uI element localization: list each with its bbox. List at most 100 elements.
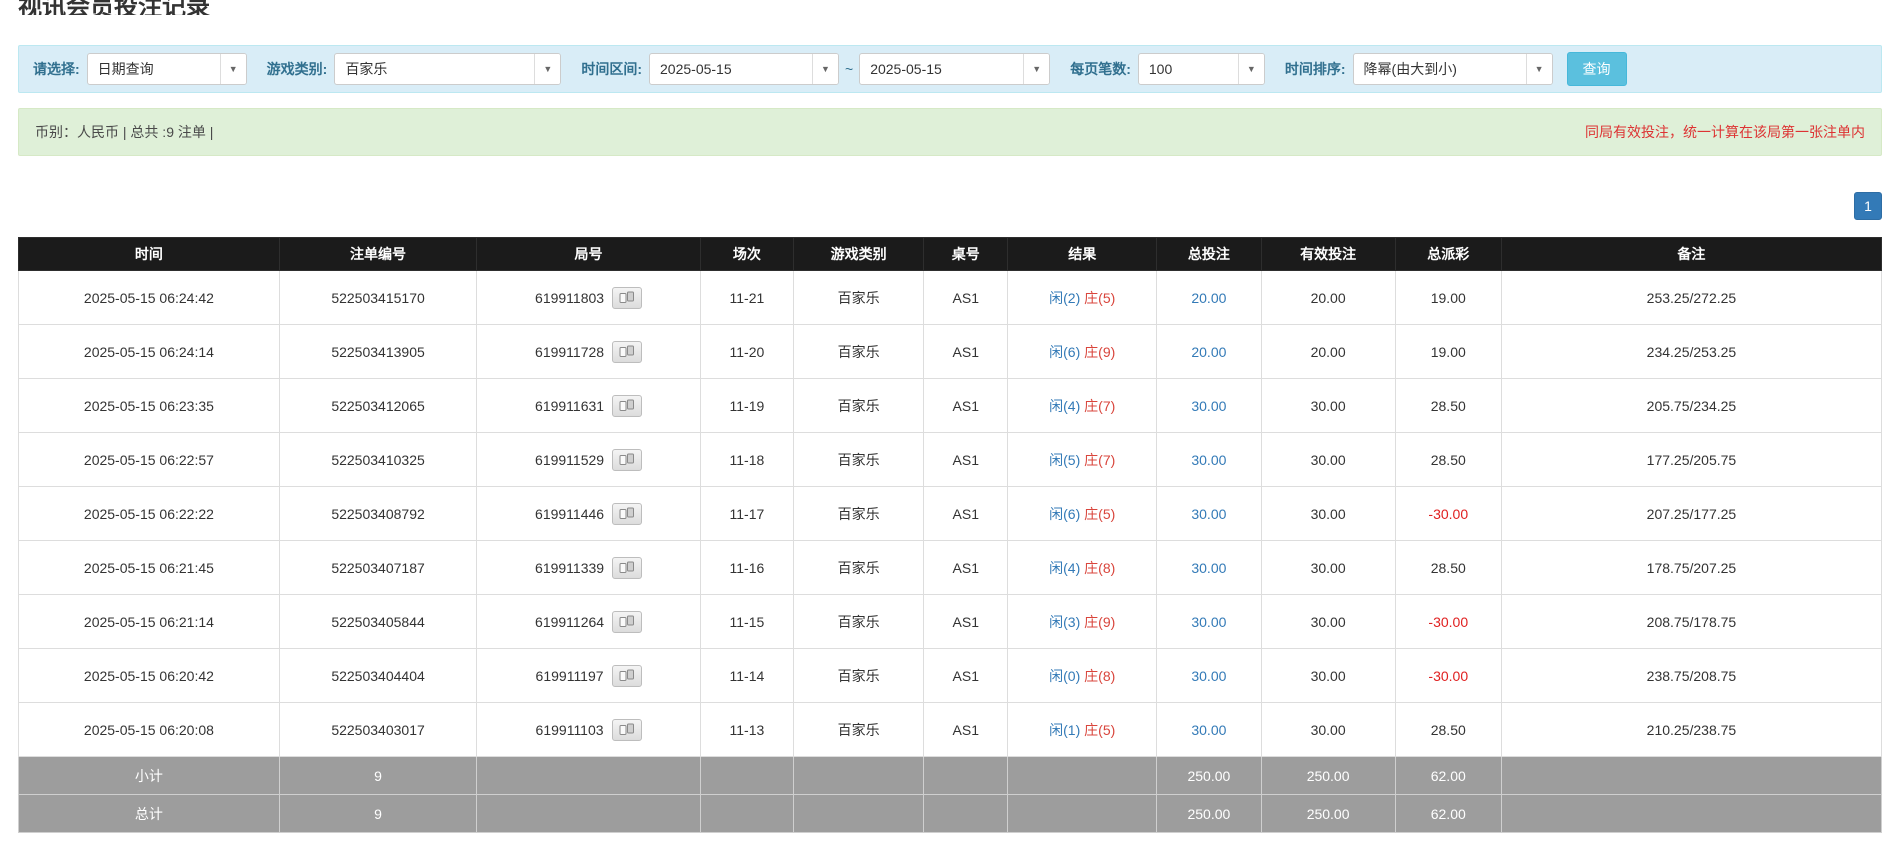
remark: 208.75/178.75 xyxy=(1501,595,1881,649)
view-cards-button[interactable] xyxy=(612,503,642,525)
total-bet-link[interactable]: 20.00 xyxy=(1191,344,1226,360)
game-type: 百家乐 xyxy=(793,433,923,487)
empty-cell xyxy=(477,795,701,833)
subtotal-valid-bet: 250.00 xyxy=(1261,757,1395,795)
order-no: 522503415170 xyxy=(279,271,476,325)
total-bet-link[interactable]: 30.00 xyxy=(1191,722,1226,738)
sort-order-select[interactable]: 降幂(由大到小) ▼ xyxy=(1353,53,1553,85)
pagination: 1 xyxy=(18,192,1882,220)
round-no-text: 619911446 xyxy=(535,506,604,522)
result-banker: 庄(8) xyxy=(1084,668,1115,684)
empty-cell xyxy=(700,757,793,795)
page-button-1[interactable]: 1 xyxy=(1854,192,1882,220)
empty-cell xyxy=(700,795,793,833)
payout: 28.50 xyxy=(1395,703,1501,757)
game-type-select[interactable]: 百家乐 ▼ xyxy=(334,53,561,85)
result-banker: 庄(9) xyxy=(1084,344,1115,360)
col-round-no: 局号 xyxy=(477,238,701,271)
sort-order-label: 时间排序: xyxy=(1285,59,1346,79)
col-game-type: 游戏类别 xyxy=(793,238,923,271)
cards-icon xyxy=(619,291,635,304)
bet-time: 2025-05-15 06:21:14 xyxy=(19,595,280,649)
empty-cell xyxy=(477,757,701,795)
total-bet-link[interactable]: 30.00 xyxy=(1191,614,1226,630)
result-player: 闲(1) xyxy=(1049,722,1080,738)
payout: -30.00 xyxy=(1395,649,1501,703)
view-cards-button[interactable] xyxy=(612,611,642,633)
game-type: 百家乐 xyxy=(793,325,923,379)
table-no: AS1 xyxy=(924,487,1008,541)
view-cards-button[interactable] xyxy=(612,719,642,741)
cards-icon xyxy=(619,507,635,520)
chevron-down-icon: ▼ xyxy=(220,54,246,84)
date-range-label: 时间区间: xyxy=(581,59,642,79)
valid-bet: 30.00 xyxy=(1261,541,1395,595)
table-no: AS1 xyxy=(924,595,1008,649)
bet-time: 2025-05-15 06:20:42 xyxy=(19,649,280,703)
result-banker: 庄(5) xyxy=(1084,506,1115,522)
bet-time: 2025-05-15 06:24:42 xyxy=(19,271,280,325)
result-player: 闲(4) xyxy=(1049,560,1080,576)
table-no: AS1 xyxy=(924,649,1008,703)
result-player: 闲(6) xyxy=(1049,344,1080,360)
result-player: 闲(4) xyxy=(1049,398,1080,414)
total-bet-link[interactable]: 30.00 xyxy=(1191,560,1226,576)
col-time: 时间 xyxy=(19,238,280,271)
view-cards-button[interactable] xyxy=(612,557,642,579)
empty-cell xyxy=(1008,795,1157,833)
total-bet: 30.00 xyxy=(1157,595,1261,649)
total-bet-link[interactable]: 30.00 xyxy=(1191,506,1226,522)
view-cards-button[interactable] xyxy=(612,287,642,309)
result: 闲(5) 庄(7) xyxy=(1008,433,1157,487)
page-size-value: 100 xyxy=(1139,61,1238,77)
total-bet-link[interactable]: 30.00 xyxy=(1191,398,1226,414)
cards-icon xyxy=(619,723,635,736)
table-row: 2025-05-15 06:24:42522503415170619911803… xyxy=(19,271,1882,325)
empty-cell xyxy=(1501,795,1881,833)
total-bet-link[interactable]: 30.00 xyxy=(1191,668,1226,684)
subtotal-total-bet: 250.00 xyxy=(1157,757,1261,795)
view-cards-button[interactable] xyxy=(612,449,642,471)
valid-bet: 20.00 xyxy=(1261,271,1395,325)
table-row: 2025-05-15 06:20:42522503404404619911197… xyxy=(19,649,1882,703)
table-row: 2025-05-15 06:21:45522503407187619911339… xyxy=(19,541,1882,595)
total-bet-link[interactable]: 30.00 xyxy=(1191,452,1226,468)
empty-cell xyxy=(1501,757,1881,795)
valid-bet: 30.00 xyxy=(1261,487,1395,541)
order-no: 522503412065 xyxy=(279,379,476,433)
payout: 28.50 xyxy=(1395,541,1501,595)
table-no: AS1 xyxy=(924,703,1008,757)
total-bet-link[interactable]: 20.00 xyxy=(1191,290,1226,306)
filter-bar: 请选择: 日期查询 ▼ 游戏类别: 百家乐 ▼ 时间区间: 2025-05-15… xyxy=(18,45,1882,93)
remark: 238.75/208.75 xyxy=(1501,649,1881,703)
result-player: 闲(5) xyxy=(1049,452,1080,468)
col-table-no: 桌号 xyxy=(924,238,1008,271)
total-bet: 30.00 xyxy=(1157,703,1261,757)
view-cards-button[interactable] xyxy=(612,665,642,687)
search-button[interactable]: 查询 xyxy=(1567,52,1627,86)
date-to-select[interactable]: 2025-05-15 ▼ xyxy=(859,53,1050,85)
date-from-value: 2025-05-15 xyxy=(650,61,812,77)
order-no: 522503405844 xyxy=(279,595,476,649)
payout: 28.50 xyxy=(1395,433,1501,487)
result: 闲(0) 庄(8) xyxy=(1008,649,1157,703)
view-cards-button[interactable] xyxy=(612,341,642,363)
page-size-select[interactable]: 100 ▼ xyxy=(1138,53,1265,85)
query-type-select[interactable]: 日期查询 ▼ xyxy=(87,53,247,85)
session: 11-13 xyxy=(700,703,793,757)
chevron-down-icon: ▼ xyxy=(1023,54,1049,84)
payout: -30.00 xyxy=(1395,595,1501,649)
payout: 19.00 xyxy=(1395,325,1501,379)
round-no: 619911631 xyxy=(477,379,701,433)
date-from-select[interactable]: 2025-05-15 ▼ xyxy=(649,53,839,85)
order-no: 522503403017 xyxy=(279,703,476,757)
game-type: 百家乐 xyxy=(793,649,923,703)
payout: 19.00 xyxy=(1395,271,1501,325)
remark: 205.75/234.25 xyxy=(1501,379,1881,433)
empty-cell xyxy=(793,757,923,795)
cards-icon xyxy=(619,561,635,574)
result-banker: 庄(7) xyxy=(1084,452,1115,468)
session: 11-14 xyxy=(700,649,793,703)
view-cards-button[interactable] xyxy=(612,395,642,417)
order-no: 522503407187 xyxy=(279,541,476,595)
